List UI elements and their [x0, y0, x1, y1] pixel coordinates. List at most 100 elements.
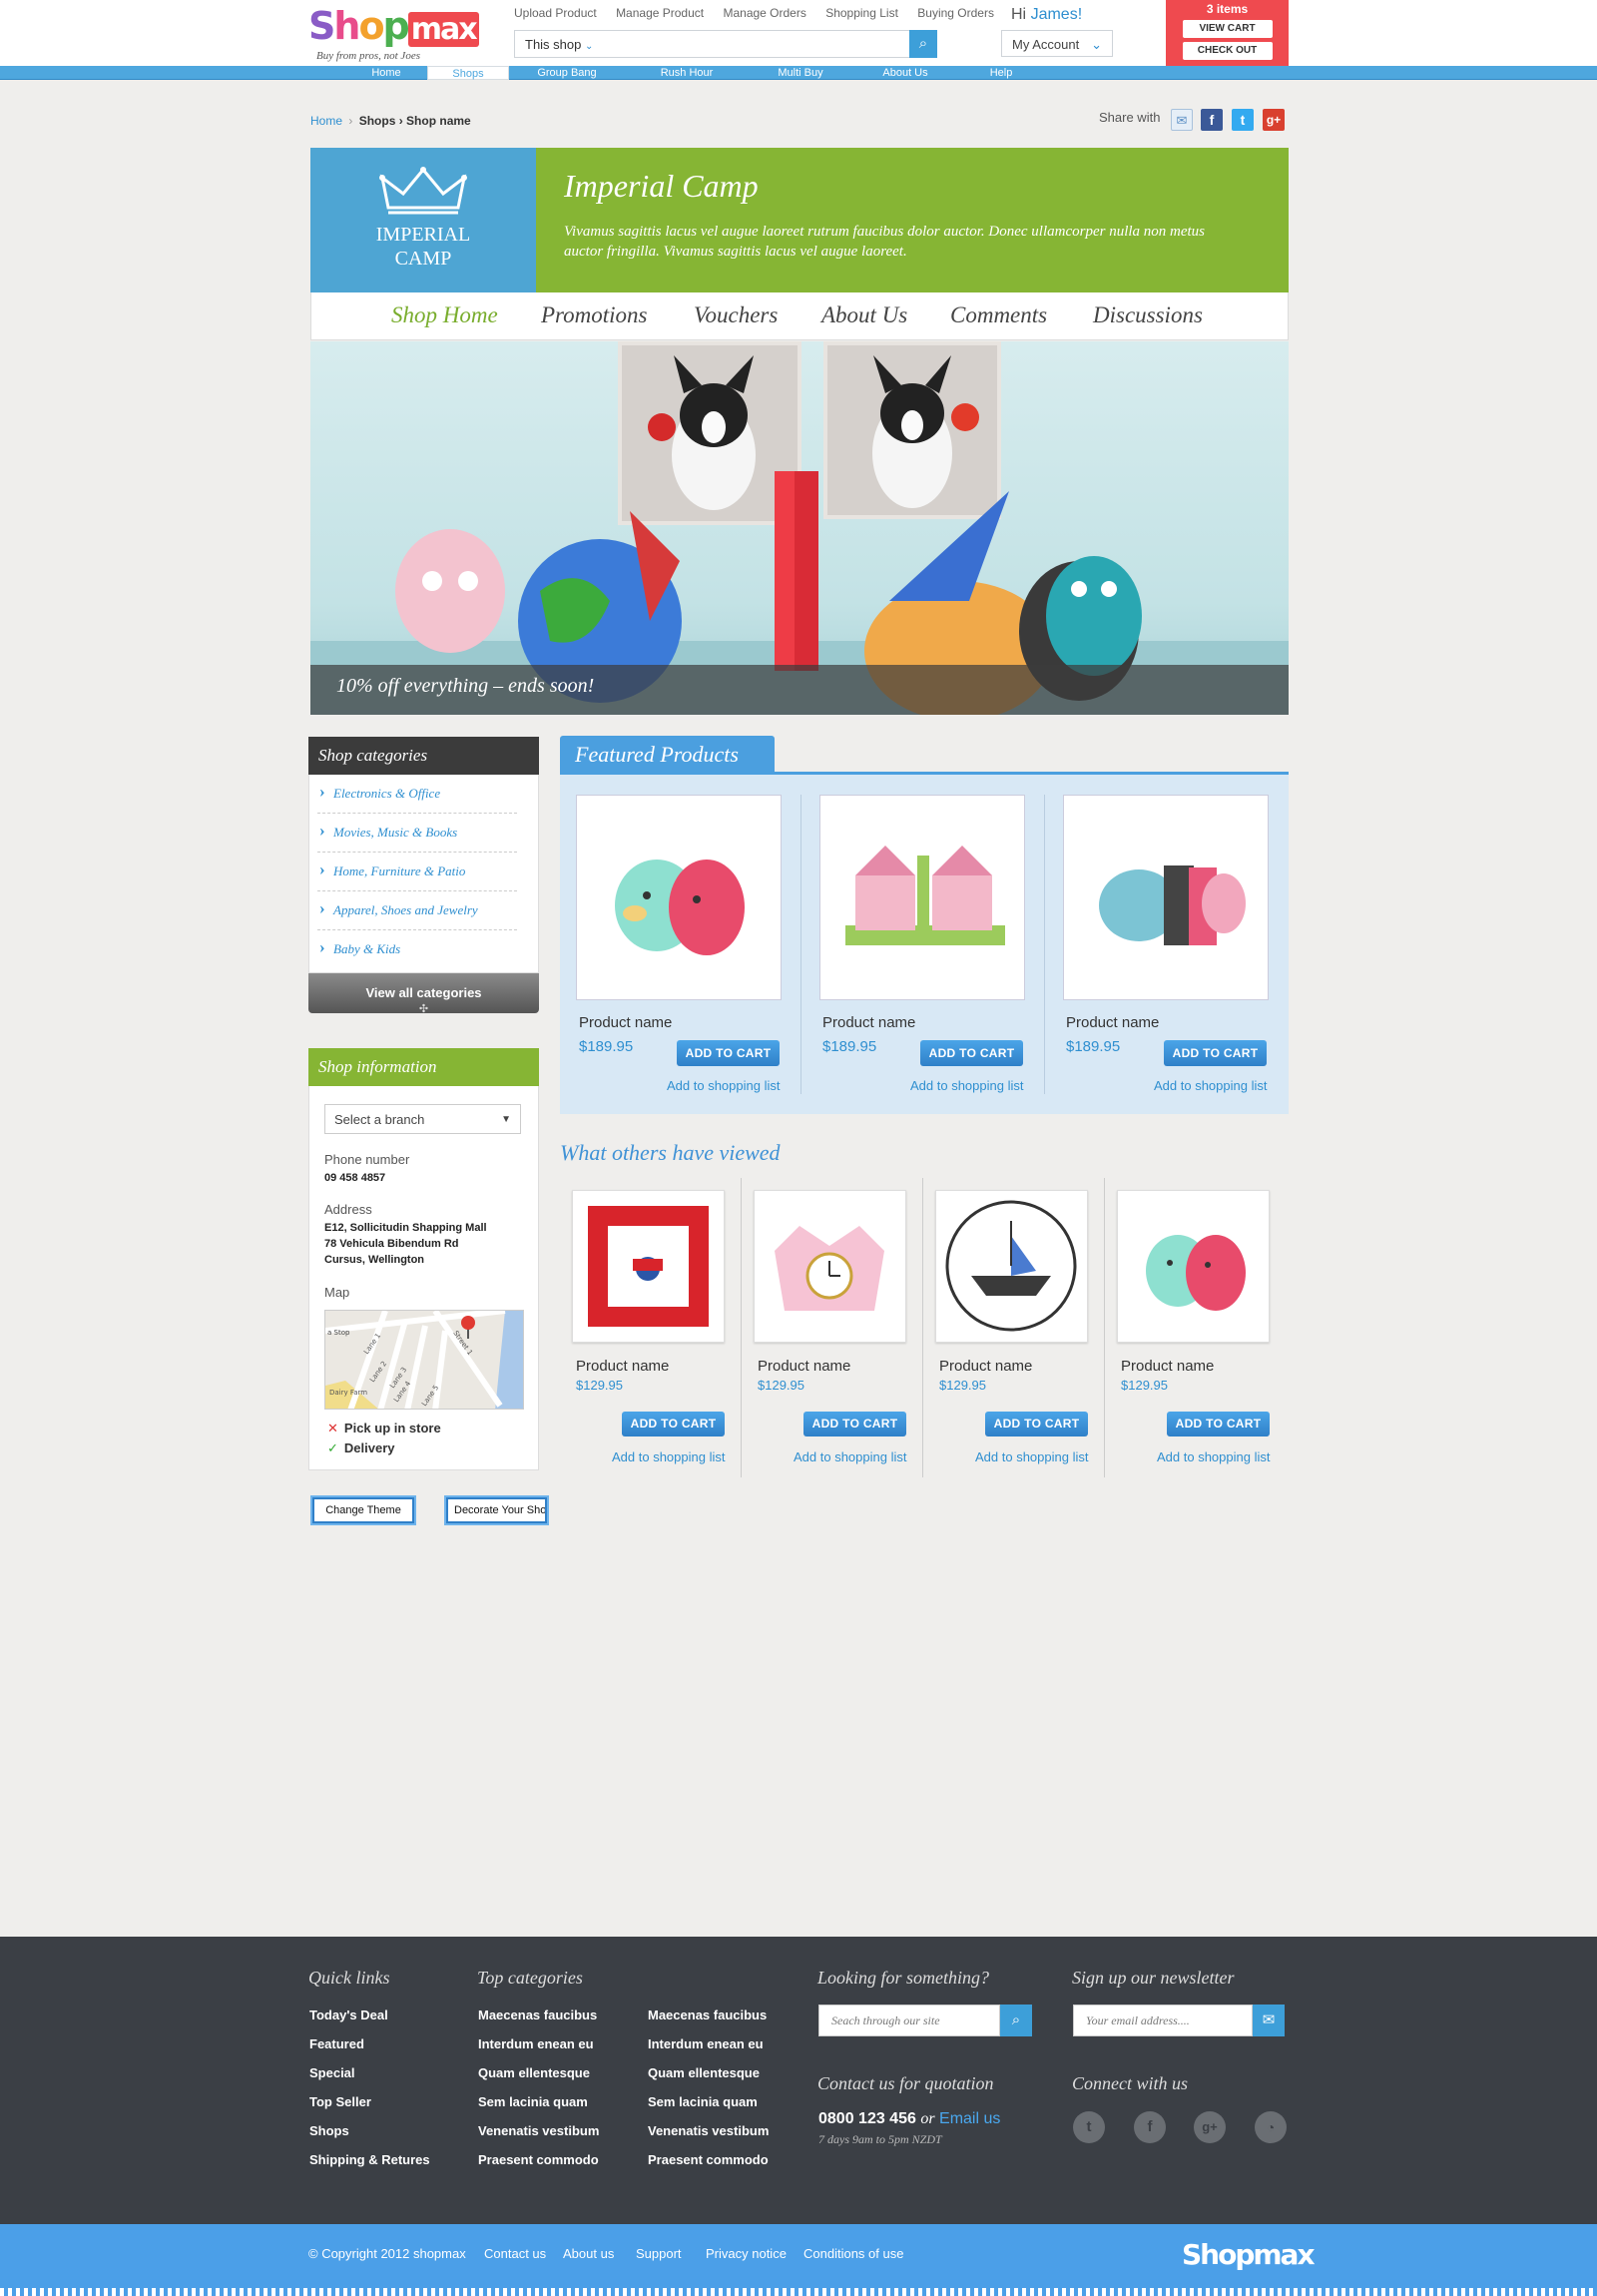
shop-tab-vouchers[interactable]: Vouchers	[694, 302, 778, 328]
newsletter-email-input[interactable]: Your email address....	[1073, 2005, 1253, 2036]
hero-banner[interactable]: 10% off everything – ends soon!	[310, 341, 1289, 715]
category-movies[interactable]: Movies, Music & Books	[317, 814, 517, 853]
breadcrumb-home[interactable]: Home	[310, 114, 342, 128]
shop-tab-about-us[interactable]: About Us	[821, 302, 907, 328]
view-all-categories-button[interactable]: View all categories ✣	[308, 973, 539, 1015]
nav-help[interactable]: Help	[980, 66, 1022, 80]
view-cart-button[interactable]: VIEW CART	[1182, 20, 1273, 38]
manage-orders-link[interactable]: Manage Orders	[723, 6, 805, 20]
nav-home[interactable]: Home	[359, 66, 413, 80]
nav-about-us[interactable]: About Us	[870, 66, 940, 80]
top-category-link[interactable]: Maecenas faucibus	[648, 2008, 767, 2022]
product-image[interactable]	[576, 795, 782, 1000]
user-name[interactable]: James!	[1031, 6, 1083, 23]
add-to-shopping-list-link[interactable]: Add to shopping list	[794, 1449, 906, 1464]
add-to-shopping-list-link[interactable]: Add to shopping list	[667, 1078, 780, 1093]
shop-tab-home[interactable]: Shop Home	[391, 302, 498, 328]
product-name[interactable]: Product name	[579, 1014, 672, 1031]
add-to-shopping-list-link[interactable]: Add to shopping list	[1157, 1449, 1270, 1464]
location-map[interactable]: a Stop Lane 1 Lane 2 Lane 3 Lane 4 Lane …	[324, 1310, 524, 1410]
footer-link-about[interactable]: About us	[563, 2246, 614, 2261]
add-to-cart-button[interactable]: ADD TO CART	[622, 1412, 725, 1436]
top-category-link[interactable]: Sem lacinia quam	[478, 2094, 588, 2109]
nav-rush-hour[interactable]: Rush Hour	[649, 66, 725, 80]
top-category-link[interactable]: Venenatis vestibum	[648, 2123, 769, 2138]
quick-link[interactable]: Featured	[309, 2036, 364, 2051]
product-image[interactable]	[935, 1190, 1088, 1343]
product-image[interactable]	[1117, 1190, 1270, 1343]
product-card[interactable]: Product name $129.95 ADD TO CART Add to …	[1105, 1178, 1287, 1477]
manage-product-link[interactable]: Manage Product	[616, 6, 704, 20]
product-name[interactable]: Product name	[758, 1358, 850, 1375]
product-name[interactable]: Product name	[822, 1014, 915, 1031]
product-image[interactable]	[572, 1190, 725, 1343]
google-plus-icon[interactable]: g+	[1263, 109, 1285, 131]
product-card[interactable]: Product name $189.95 ADD TO CART Add to …	[803, 775, 1045, 1114]
my-account-dropdown[interactable]: My Account ⌄	[1001, 30, 1113, 57]
branch-select[interactable]: Select a branch ▼	[324, 1104, 521, 1134]
top-category-link[interactable]: Interdum enean eu	[478, 2036, 594, 2051]
add-to-cart-button[interactable]: ADD TO CART	[677, 1040, 780, 1066]
category-electronics[interactable]: Electronics & Office	[317, 775, 517, 814]
product-card[interactable]: Product name $129.95 ADD TO CART Add to …	[923, 1178, 1105, 1477]
shopping-list-link[interactable]: Shopping List	[825, 6, 898, 20]
add-to-cart-button[interactable]: ADD TO CART	[985, 1412, 1088, 1436]
footer-link-support[interactable]: Support	[636, 2246, 682, 2261]
add-to-cart-button[interactable]: ADD TO CART	[1167, 1412, 1270, 1436]
upload-product-link[interactable]: Upload Product	[514, 6, 597, 20]
product-image[interactable]	[1063, 795, 1269, 1000]
product-image[interactable]	[754, 1190, 906, 1343]
category-home[interactable]: Home, Furniture & Patio	[317, 853, 517, 891]
top-category-link[interactable]: Interdum enean eu	[648, 2036, 764, 2051]
email-icon[interactable]: ✉	[1171, 109, 1193, 131]
footer-search-button[interactable]: ⌕	[1000, 2005, 1032, 2036]
add-to-shopping-list-link[interactable]: Add to shopping list	[1154, 1078, 1267, 1093]
shop-tab-discussions[interactable]: Discussions	[1093, 302, 1203, 328]
product-name[interactable]: Product name	[1066, 1014, 1159, 1031]
add-to-shopping-list-link[interactable]: Add to shopping list	[975, 1449, 1088, 1464]
quick-link[interactable]: Top Seller	[309, 2094, 371, 2109]
product-card[interactable]: Product name $189.95 ADD TO CART Add to …	[1047, 775, 1289, 1114]
top-category-link[interactable]: Praesent commodo	[648, 2152, 769, 2167]
search-scope-dropdown[interactable]: This shop ⌄	[525, 37, 593, 52]
top-category-link[interactable]: Maecenas faucibus	[478, 2008, 597, 2022]
facebook-icon[interactable]: f	[1134, 2111, 1166, 2143]
footer-search-input[interactable]: Seach through our site	[818, 2005, 1000, 2036]
google-plus-icon[interactable]: g+	[1194, 2111, 1226, 2143]
product-card[interactable]: Product name $189.95 ADD TO CART Add to …	[560, 775, 801, 1114]
quick-link[interactable]: Shops	[309, 2123, 349, 2138]
footer-link-contact[interactable]: Contact us	[484, 2246, 546, 2261]
product-name[interactable]: Product name	[576, 1358, 669, 1375]
add-to-shopping-list-link[interactable]: Add to shopping list	[612, 1449, 725, 1464]
footer-link-privacy[interactable]: Privacy notice	[706, 2246, 787, 2261]
category-apparel[interactable]: Apparel, Shoes and Jewelry	[317, 891, 517, 930]
twitter-icon[interactable]: t	[1073, 2111, 1105, 2143]
twitter-icon[interactable]: t	[1232, 109, 1254, 131]
change-theme-button[interactable]: Change Theme	[312, 1497, 414, 1523]
footer-link-conditions[interactable]: Conditions of use	[803, 2246, 903, 2261]
product-name[interactable]: Product name	[939, 1358, 1032, 1375]
nav-multi-buy[interactable]: Multi Buy	[765, 66, 836, 80]
facebook-icon[interactable]: f	[1201, 109, 1223, 131]
nav-group-bang[interactable]: Group Bang	[529, 66, 605, 80]
top-category-link[interactable]: Praesent commodo	[478, 2152, 599, 2167]
quick-link[interactable]: Shipping & Retures	[309, 2152, 430, 2167]
shopmax-logo[interactable]: Shop max Buy from pros, not Joes	[308, 4, 479, 64]
shop-tab-comments[interactable]: Comments	[950, 302, 1047, 328]
decorate-shop-button[interactable]: Decorate Your Shop	[446, 1497, 547, 1523]
top-category-link[interactable]: Sem lacinia quam	[648, 2094, 758, 2109]
newsletter-submit-button[interactable]: ✉	[1253, 2005, 1285, 2036]
rss-icon[interactable]: ◔	[1255, 2111, 1287, 2143]
product-image[interactable]	[819, 795, 1025, 1000]
add-to-cart-button[interactable]: ADD TO CART	[920, 1040, 1023, 1066]
buying-orders-link[interactable]: Buying Orders	[917, 6, 994, 20]
nav-shops[interactable]: Shops	[427, 66, 509, 80]
product-card[interactable]: Product name $129.95 ADD TO CART Add to …	[560, 1178, 742, 1477]
footer-logo[interactable]: Shopmax	[1182, 2238, 1316, 2271]
add-to-shopping-list-link[interactable]: Add to shopping list	[910, 1078, 1023, 1093]
add-to-cart-button[interactable]: ADD TO CART	[1164, 1040, 1267, 1066]
email-us-link[interactable]: Email us	[939, 2110, 1000, 2127]
category-baby[interactable]: Baby & Kids	[317, 930, 517, 969]
product-name[interactable]: Product name	[1121, 1358, 1214, 1375]
quick-link[interactable]: Special	[309, 2065, 355, 2080]
